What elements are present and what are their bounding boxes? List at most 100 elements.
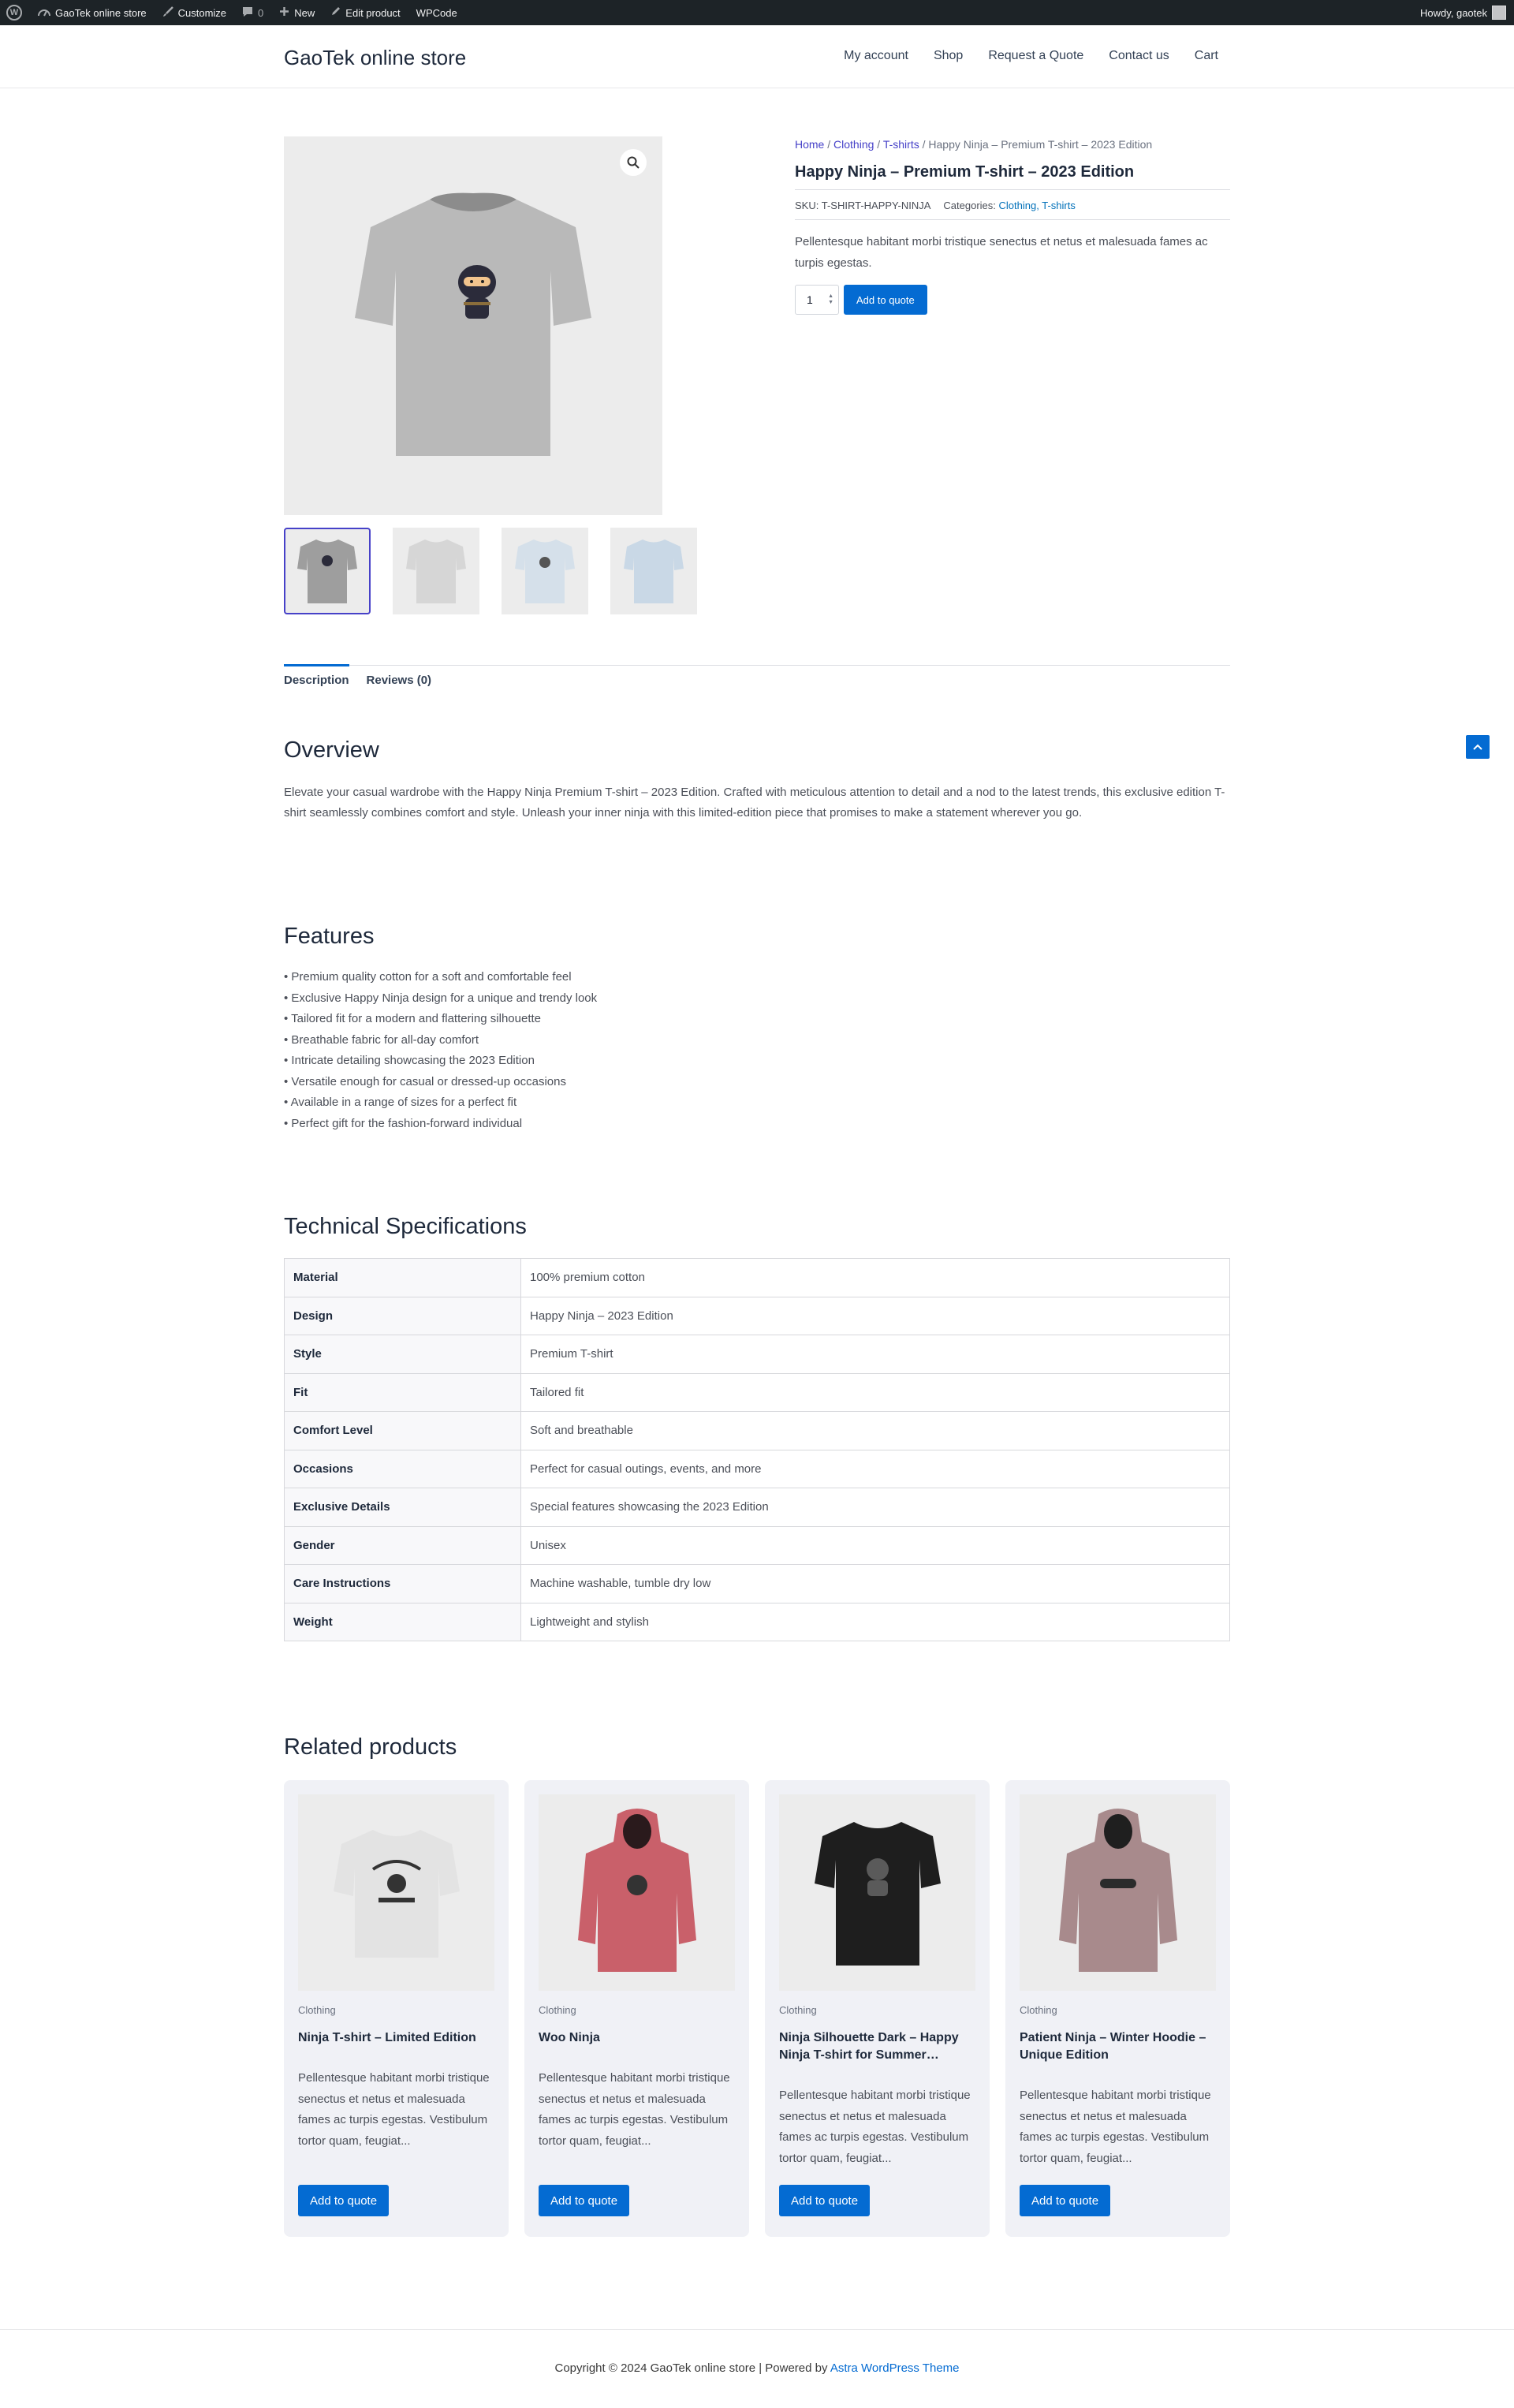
product-card: Clothing Ninja T-shirt – Limited Edition…	[284, 1780, 509, 2237]
admin-account-menu[interactable]: Howdy, gaotek	[1420, 6, 1514, 20]
breadcrumb-current: Happy Ninja – Premium T-shirt – 2023 Edi…	[928, 138, 1153, 151]
spec-value: Special features showcasing the 2023 Edi…	[520, 1488, 1230, 1527]
list-item: • Perfect gift for the fashion-forward i…	[284, 1116, 523, 1130]
gallery-thumb-4[interactable]	[610, 528, 697, 614]
product-card-title[interactable]: Woo Ninja	[539, 2029, 736, 2047]
site-header: GaoTek online store My account Shop Requ…	[0, 25, 1514, 88]
product-card-category[interactable]: Clothing	[539, 2004, 576, 2016]
gallery-thumb-2[interactable]	[393, 528, 479, 614]
product-card-description: Pellentesque habitant morbi tristique se…	[779, 2089, 971, 2165]
product-card-category[interactable]: Clothing	[1020, 2004, 1057, 2016]
add-to-quote-button[interactable]: Add to quote	[298, 2185, 390, 2216]
breadcrumb-separator: /	[919, 138, 929, 151]
category-link-clothing[interactable]: Clothing,	[999, 200, 1039, 211]
admin-site-link[interactable]: GaoTek online store	[30, 0, 155, 25]
product-card-category[interactable]: Clothing	[298, 2004, 336, 2016]
spec-value: Perfect for casual outings, events, and …	[520, 1449, 1230, 1488]
categories-label: Categories:	[943, 200, 996, 211]
product-main-image[interactable]	[284, 136, 662, 515]
site-title[interactable]: GaoTek online store	[284, 46, 466, 70]
plus-icon	[279, 6, 289, 19]
overview-heading: Overview	[284, 737, 379, 763]
add-to-quote-button[interactable]: Add to quote	[779, 2185, 871, 2216]
spec-value: Lightweight and stylish	[520, 1602, 1230, 1641]
specs-table: Material 100% premium cotton Design Happy …	[284, 1258, 1230, 1641]
product-card-image[interactable]	[1020, 1794, 1216, 1991]
nav-contact[interactable]: Contact us	[1109, 49, 1169, 63]
gallery-thumb-1[interactable]	[284, 528, 371, 614]
product-tabs: Description Reviews (0)	[284, 664, 1230, 687]
table-row: Weight Lightweight and stylish	[284, 1602, 1230, 1641]
table-row: Exclusive Details Special features showca…	[284, 1488, 1230, 1527]
gallery-thumbnails	[284, 528, 697, 614]
spec-key: Design	[284, 1296, 521, 1335]
list-item: • Intricate detailing showcasing the 202…	[284, 1054, 535, 1067]
product-card: Clothing Woo Ninja Pellentesque habitant…	[524, 1780, 749, 2237]
spec-key: Gender	[284, 1525, 521, 1565]
short-description: Pellentesque habitant morbi tristique se…	[795, 235, 1208, 270]
nav-request-quote[interactable]: Request a Quote	[988, 49, 1083, 63]
theme-link[interactable]: Astra WordPress Theme	[830, 2361, 960, 2375]
spec-value: Machine washable, tumble dry low	[520, 1564, 1230, 1603]
add-to-quote-button[interactable]: Add to quote	[1020, 2185, 1111, 2216]
quantity-value: 1	[807, 293, 813, 306]
scroll-to-top-button[interactable]	[1466, 735, 1490, 759]
product-card-image[interactable]	[539, 1794, 735, 1991]
tab-description[interactable]: Description	[284, 664, 349, 687]
list-item: • Versatile enough for casual or dressed…	[284, 1074, 566, 1088]
product-card: Clothing Ninja Silhouette Dark – Happy N…	[765, 1780, 990, 2237]
add-to-quote-button[interactable]: Add to quote	[844, 285, 927, 315]
breadcrumb-tshirts[interactable]: T-shirts	[883, 138, 919, 151]
table-row: Design Happy Ninja – 2023 Edition	[284, 1296, 1230, 1335]
breadcrumb: Home / Clothing / T-shirts / Happy Ninja…	[795, 138, 1230, 151]
related-heading: Related products	[284, 1734, 457, 1760]
pencil-icon	[330, 6, 341, 19]
product-card-image[interactable]	[779, 1794, 975, 1991]
brush-icon	[162, 6, 173, 20]
features-list: • Premium quality cotton for a soft and …	[284, 967, 597, 1134]
wordpress-menu[interactable]: W	[0, 0, 30, 25]
product-card-title[interactable]: Patient Ninja – Winter Hoodie – Unique E…	[1020, 2029, 1217, 2064]
add-to-quote-button[interactable]: Add to quote	[539, 2185, 630, 2216]
nav-shop[interactable]: Shop	[934, 49, 963, 63]
admin-customize-link[interactable]: Customize	[155, 0, 234, 25]
list-item: • Tailored fit for a modern and flatteri…	[284, 1012, 541, 1025]
spec-key: Exclusive Details	[284, 1488, 521, 1527]
breadcrumb-separator: /	[824, 138, 834, 151]
product-card-image[interactable]	[298, 1794, 494, 1991]
tab-reviews[interactable]: Reviews (0)	[367, 666, 432, 687]
chevron-up-icon	[1473, 744, 1482, 750]
table-row: Occasions Perfect for casual outings, eve…	[284, 1449, 1230, 1488]
spec-key: Care Instructions	[284, 1564, 521, 1603]
admin-wpcode-link[interactable]: WPCode	[408, 0, 465, 25]
nav-my-account[interactable]: My account	[844, 49, 908, 63]
table-row: Care Instructions Machine washable, tumbl…	[284, 1564, 1230, 1603]
quantity-stepper[interactable]: 1 ▲ ▼	[795, 285, 839, 315]
sku: SKU: T-SHIRT-HAPPY-NINJA	[795, 200, 931, 211]
zoom-button[interactable]	[620, 149, 647, 176]
breadcrumb-home[interactable]: Home	[795, 138, 824, 151]
table-row: Gender Unisex	[284, 1525, 1230, 1565]
site-footer: Copyright © 2024 GaoTek online store | P…	[0, 2329, 1514, 2408]
spinner-icon[interactable]: ▲ ▼	[828, 293, 833, 306]
product-card-title[interactable]: Ninja Silhouette Dark – Happy Ninja T-sh…	[779, 2029, 976, 2064]
admin-bar: W GaoTek online store Customize 0 New Ed…	[0, 0, 1514, 25]
admin-edit-product-link[interactable]: Edit product	[323, 0, 408, 25]
specs-heading: Technical Specifications	[284, 1214, 527, 1239]
spec-value: 100% premium cotton	[520, 1258, 1230, 1297]
spec-key: Material	[284, 1258, 521, 1297]
product-card-title[interactable]: Ninja T-shirt – Limited Edition	[298, 2029, 495, 2047]
spec-key: Weight	[284, 1602, 521, 1641]
nav-cart[interactable]: Cart	[1195, 49, 1218, 63]
admin-comments-link[interactable]: 0	[234, 0, 271, 25]
table-row: Material 100% premium cotton	[284, 1258, 1230, 1297]
avatar	[1492, 6, 1506, 20]
list-item: • Available in a range of sizes for a pe…	[284, 1096, 517, 1109]
breadcrumb-clothing[interactable]: Clothing	[833, 138, 874, 151]
admin-new-link[interactable]: New	[271, 0, 323, 25]
gallery-thumb-3[interactable]	[502, 528, 588, 614]
product-card-category[interactable]: Clothing	[779, 2004, 817, 2016]
tshirt-image	[355, 192, 591, 456]
comment-icon	[242, 6, 253, 20]
category-link-tshirts[interactable]: T-shirts	[1042, 200, 1076, 211]
